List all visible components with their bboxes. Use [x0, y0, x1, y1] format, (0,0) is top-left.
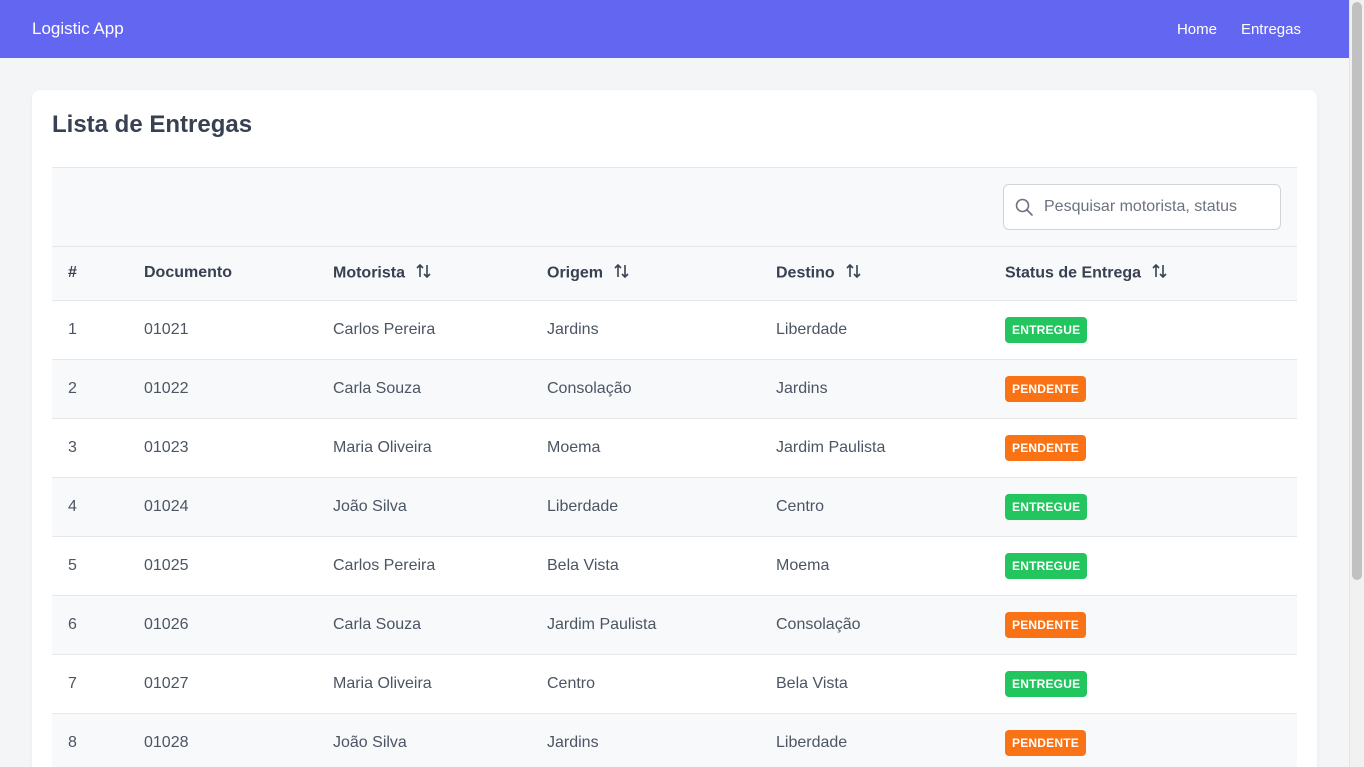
search-box[interactable] [1003, 184, 1281, 230]
row-documento: 01022 [144, 359, 333, 419]
page-title: Lista de Entregas [52, 111, 253, 138]
header-motorista[interactable]: Motorista [333, 247, 547, 301]
row-index: 8 [52, 713, 144, 767]
row-origem: Centro [547, 654, 776, 714]
row-destino: Liberdade [776, 300, 1005, 360]
nav-link-home[interactable]: Home [1177, 21, 1217, 38]
header-index: # [52, 247, 144, 301]
status-badge: PENDENTE [1005, 434, 1086, 461]
row-status: PENDENTE [1005, 359, 1297, 419]
table-body: 1 01021 Carlos Pereira Jardins Liberdade ENTR… [52, 300, 1297, 767]
deliveries-table: # Documento Motorista Origem Destino Sta… [52, 247, 1297, 767]
row-motorista: Carla Souza [333, 359, 547, 419]
row-motorista: Maria Oliveira [333, 418, 547, 478]
row-motorista: Maria Oliveira [333, 654, 547, 714]
table-row[interactable]: 6 01026 Carla Souza Jardim Paulista Consolaç… [52, 595, 1297, 655]
status-badge: ENTREGUE [1005, 552, 1088, 579]
status-badge: ENTREGUE [1005, 316, 1088, 343]
row-motorista: Carlos Pereira [333, 300, 547, 360]
row-status: ENTREGUE [1005, 536, 1297, 596]
row-origem: Consolação [547, 359, 776, 419]
row-documento: 01028 [144, 713, 333, 767]
table-header-row: # Documento Motorista Origem Destino Sta… [52, 247, 1297, 301]
row-index: 5 [52, 536, 144, 596]
brand-logo[interactable]: Logistic App [32, 19, 124, 39]
row-motorista: João Silva [333, 477, 547, 537]
row-documento: 01021 [144, 300, 333, 360]
row-status: ENTREGUE [1005, 300, 1297, 360]
table-row[interactable]: 7 01027 Maria Oliveira Centro Bela Vista ENTR… [52, 654, 1297, 714]
row-status: PENDENTE [1005, 595, 1297, 655]
sort-icon[interactable] [415, 262, 433, 285]
scrollbar-thumb[interactable] [1352, 2, 1362, 580]
search-icon [1014, 197, 1034, 217]
row-origem: Jardins [547, 300, 776, 360]
row-index: 3 [52, 418, 144, 478]
row-origem: Jardins [547, 713, 776, 767]
row-documento: 01027 [144, 654, 333, 714]
row-documento: 01023 [144, 418, 333, 478]
table-row[interactable]: 4 01024 João Silva Liberdade Centro ENTREGUE [52, 477, 1297, 537]
row-motorista: João Silva [333, 713, 547, 767]
row-origem: Liberdade [547, 477, 776, 537]
nav-link-entregas[interactable]: Entregas [1241, 21, 1301, 38]
nav-links: Home Entregas [1177, 21, 1301, 38]
sort-icon[interactable] [845, 262, 863, 285]
sort-icon[interactable] [1151, 262, 1169, 285]
row-status: PENDENTE [1005, 713, 1297, 767]
table-row[interactable]: 3 01023 Maria Oliveira Moema Jardim Paulista… [52, 418, 1297, 478]
row-destino: Moema [776, 536, 1005, 596]
header-origem[interactable]: Origem [547, 247, 776, 301]
table-row[interactable]: 5 01025 Carlos Pereira Bela Vista Moema ENTRE… [52, 536, 1297, 596]
row-destino: Jardins [776, 359, 1005, 419]
row-status: ENTREGUE [1005, 654, 1297, 714]
row-origem: Jardim Paulista [547, 595, 776, 655]
status-badge: PENDENTE [1005, 729, 1086, 756]
table-row[interactable]: 1 01021 Carlos Pereira Jardins Liberdade ENTR… [52, 300, 1297, 360]
navbar: Logistic App Home Entregas [0, 0, 1349, 58]
search-input[interactable] [1044, 198, 1274, 216]
row-destino: Consolação [776, 595, 1005, 655]
header-documento: Documento [144, 247, 333, 301]
row-index: 6 [52, 595, 144, 655]
row-index: 2 [52, 359, 144, 419]
row-motorista: Carlos Pereira [333, 536, 547, 596]
row-index: 4 [52, 477, 144, 537]
table-toolbar [52, 167, 1297, 247]
status-badge: ENTREGUE [1005, 670, 1088, 697]
table-row[interactable]: 2 01022 Carla Souza Consolação Jardins PENDEN… [52, 359, 1297, 419]
row-destino: Jardim Paulista [776, 418, 1005, 478]
deliveries-card: Lista de Entregas # Documento Motorista … [32, 90, 1317, 767]
row-status: PENDENTE [1005, 418, 1297, 478]
row-destino: Centro [776, 477, 1005, 537]
table-row[interactable]: 8 01028 João Silva Jardins Liberdade PENDENTE [52, 713, 1297, 767]
row-documento: 01025 [144, 536, 333, 596]
row-status: ENTREGUE [1005, 477, 1297, 537]
row-index: 1 [52, 300, 144, 360]
status-badge: PENDENTE [1005, 611, 1086, 638]
header-status[interactable]: Status de Entrega [1005, 247, 1297, 301]
row-origem: Bela Vista [547, 536, 776, 596]
header-destino[interactable]: Destino [776, 247, 1005, 301]
vertical-scrollbar[interactable] [1349, 0, 1364, 767]
row-destino: Liberdade [776, 713, 1005, 767]
status-badge: ENTREGUE [1005, 493, 1088, 520]
row-destino: Bela Vista [776, 654, 1005, 714]
status-badge: PENDENTE [1005, 375, 1086, 402]
row-motorista: Carla Souza [333, 595, 547, 655]
row-documento: 01026 [144, 595, 333, 655]
sort-icon[interactable] [613, 262, 631, 285]
row-documento: 01024 [144, 477, 333, 537]
row-index: 7 [52, 654, 144, 714]
row-origem: Moema [547, 418, 776, 478]
